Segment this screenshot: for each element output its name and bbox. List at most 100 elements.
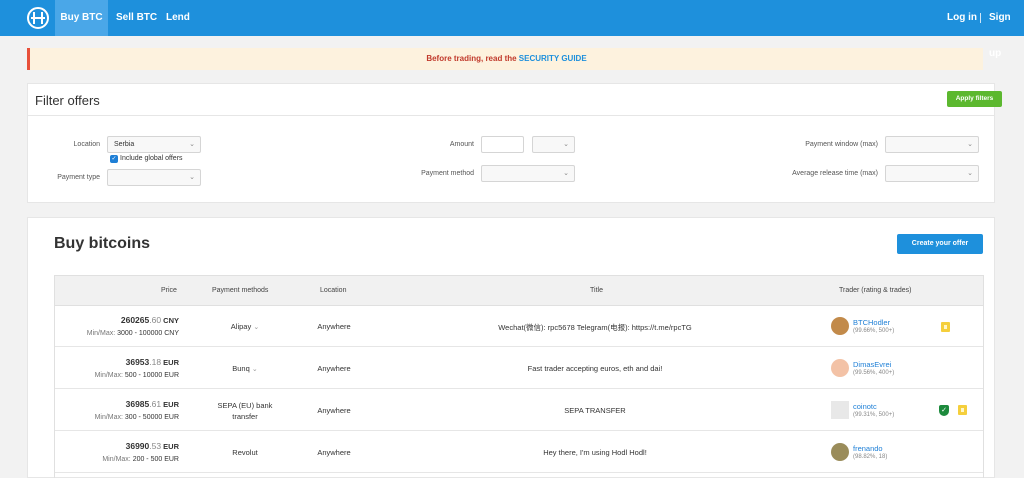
trader-name[interactable]: frenando (853, 444, 883, 453)
release-time-select[interactable]: ⌄ (885, 165, 979, 182)
offer-title[interactable]: Fast trader accepting euros, eth and dai… (395, 364, 795, 373)
price-cents: .60 (149, 315, 162, 325)
trader-stats: (99.56%, 400+) (853, 370, 895, 376)
buy-title: Buy bitcoins (54, 235, 151, 252)
price-currency: EUR (161, 400, 179, 409)
column-location: Location (320, 287, 347, 294)
payment-method-label: Bunq (232, 364, 250, 373)
price-cents: .61 (149, 399, 162, 409)
table-header: Price Payment methods Location Title Tra… (55, 276, 983, 306)
offer-title[interactable]: SEPA TRANSFER (395, 406, 795, 415)
min-max: Min/Max: 500 - 10000 EUR (95, 372, 179, 379)
payment-window-label: Payment window (max) (805, 141, 878, 148)
tab-lend[interactable]: Lend (166, 0, 190, 36)
include-global-label: Include global offers (120, 155, 183, 162)
chevron-down-icon: ⌄ (251, 366, 258, 373)
min-max-value: 3000 - 100000 CNY (117, 330, 179, 337)
column-title: Title (590, 287, 603, 294)
trader-name[interactable]: DimasEvrei (853, 360, 891, 369)
min-max: Min/Max: 200 - 500 EUR (102, 456, 179, 463)
banner-text: Before trading, read the (426, 54, 519, 63)
price: 36985.61 EUR (126, 399, 179, 409)
table-row[interactable]: 36953.18 EUR Min/Max: 500 - 10000 EUR Bu… (55, 348, 983, 389)
chevron-down-icon: ⌄ (189, 141, 195, 148)
chevron-down-icon: ⌄ (253, 324, 260, 331)
price: 36990.53 EUR (126, 441, 179, 451)
login-link[interactable]: Log in (947, 0, 977, 36)
min-max: Min/Max: 300 - 50000 EUR (95, 414, 179, 421)
verified-shield-icon: ✓ (939, 405, 949, 416)
payment-method-select[interactable]: ⌄ (481, 165, 575, 182)
apply-filters-button[interactable]: Apply filters (947, 91, 1002, 107)
price-cents: .53 (149, 441, 162, 451)
price-main: 36953 (125, 357, 150, 367)
create-offer-button[interactable]: Create your offer (897, 234, 983, 254)
offer-title[interactable]: Hey there, I'm using Hodl Hodl! (395, 448, 795, 457)
min-max-label: Min/Max: (86, 330, 118, 337)
min-max: Min/Max: 3000 - 100000 CNY (87, 330, 179, 337)
payment-method[interactable]: Alipay ⌄ (205, 322, 285, 331)
price: 260265.60 CNY (121, 315, 179, 325)
min-max-label: Min/Max: (94, 372, 125, 379)
amount-label: Amount (449, 141, 474, 148)
chevron-down-icon: ⌄ (189, 174, 195, 181)
hodlhodl-logo-icon[interactable] (27, 7, 49, 29)
chevron-down-icon: ⌄ (967, 141, 973, 148)
location: Anywhere (317, 448, 351, 457)
location: Anywhere (317, 322, 351, 331)
security-banner: Before trading, read the SECURITY GUIDE (27, 48, 983, 70)
chevron-down-icon: ⌄ (563, 170, 569, 177)
avatar[interactable] (831, 359, 849, 377)
payment-method-label: Revolut (232, 448, 258, 457)
table-row[interactable]: 36985.61 EUR Min/Max: 300 - 50000 EUR SE… (55, 390, 983, 431)
trader-name[interactable]: BTCHodler (853, 318, 890, 327)
location-select[interactable]: Serbia ⌄ (107, 136, 201, 153)
currency-select[interactable]: ⌄ (532, 136, 575, 153)
payment-method-label: Alipay (230, 322, 252, 331)
location: Anywhere (317, 406, 351, 415)
security-guide-link[interactable]: SECURITY GUIDE (519, 54, 587, 63)
trader-name[interactable]: coinotc (853, 402, 877, 411)
filter-divider (28, 115, 994, 116)
include-global-checkbox[interactable]: ✓ (110, 155, 118, 163)
avatar[interactable] (831, 317, 849, 335)
location-value: Serbia (114, 141, 135, 148)
column-price: Price (161, 287, 177, 294)
payment-window-select[interactable]: ⌄ (885, 136, 979, 153)
payment-method[interactable]: Bunq ⌄ (205, 364, 285, 373)
location: Anywhere (317, 364, 351, 373)
price-main: 36985 (125, 399, 150, 409)
payment-method[interactable]: SEPA (EU) bank transfer (205, 400, 285, 422)
offer-title[interactable]: Wechat(微信): rpc5678 Telegram(电报): https:… (395, 322, 795, 333)
top-navbar: Buy BTC Sell BTC Lend Log in Sign up (0, 0, 1024, 59)
location-label: Location (73, 141, 100, 148)
chevron-down-icon: ⌄ (563, 141, 569, 148)
payment-type-select[interactable]: ⌄ (107, 169, 201, 186)
table-row[interactable]: 260265.60 CNY Min/Max: 3000 - 100000 CNY… (55, 306, 983, 347)
column-trader: Trader (rating & trades) (839, 287, 912, 294)
payment-method-label: SEPA (EU) bank transfer (217, 401, 273, 421)
payment-method[interactable]: Revolut (205, 448, 285, 457)
amount-input[interactable] (481, 136, 524, 153)
payment-type-label: Payment type (57, 174, 100, 181)
tab-buy-btc[interactable]: Buy BTC (55, 0, 108, 36)
tab-sell-btc[interactable]: Sell BTC (116, 0, 157, 36)
price-currency: EUR (161, 442, 179, 451)
trader-stats: (99.31%, 500+) (853, 412, 895, 418)
avatar[interactable] (831, 401, 849, 419)
nav-separator (980, 13, 981, 23)
medal-icon (958, 405, 967, 415)
price-cents: .18 (149, 357, 162, 367)
price-currency: EUR (161, 358, 179, 367)
min-max-value: 200 - 500 EUR (132, 456, 179, 463)
trader-stats: (99.66%, 500+) (853, 328, 895, 334)
signup-link[interactable]: Sign up (989, 0, 1024, 59)
avatar[interactable] (831, 443, 849, 461)
min-max-value: 300 - 50000 EUR (124, 414, 179, 421)
filter-title: Filter offers (35, 93, 100, 108)
chevron-down-icon: ⌄ (967, 170, 973, 177)
medal-icon (941, 322, 950, 332)
table-row[interactable]: 36990.53 EUR Min/Max: 200 - 500 EUR Revo… (55, 432, 983, 473)
price-currency: CNY (161, 316, 179, 325)
trader-stats: (98.82%, 18) (853, 454, 888, 460)
